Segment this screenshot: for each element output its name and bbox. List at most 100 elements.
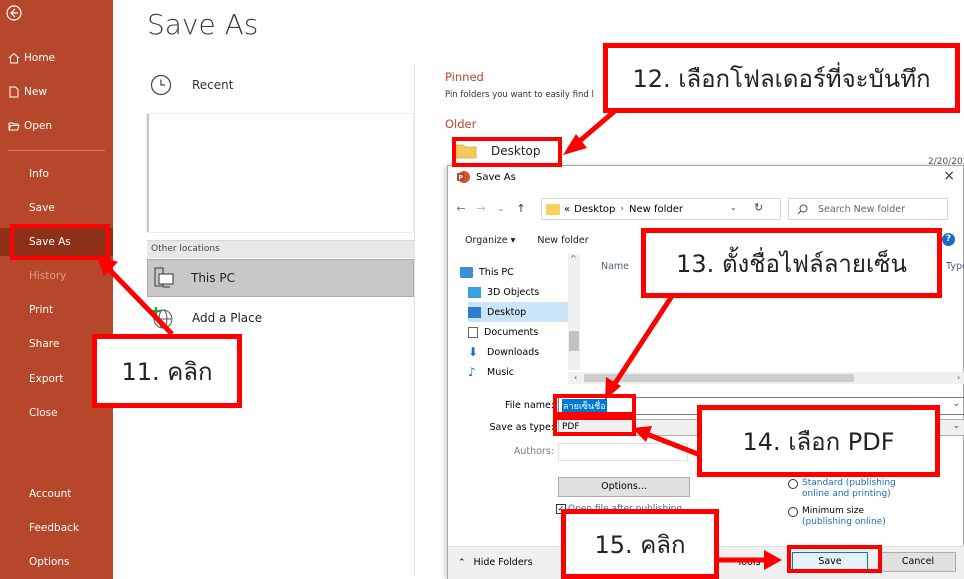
sidebar-item-feedback[interactable]: Feedback — [0, 514, 113, 542]
files-horizontal-scrollbar[interactable] — [568, 372, 964, 384]
this-pc-icon — [154, 267, 174, 288]
chevron-down-icon[interactable]: ⌄ — [952, 399, 960, 409]
minimum-label-2: (publishing online) — [802, 517, 886, 527]
column-header-name[interactable]: Name — [601, 261, 629, 272]
hide-folders-label: Hide Folders — [473, 557, 533, 568]
sidebar-item-open[interactable]: Open — [0, 112, 113, 140]
help-icon[interactable]: ? — [942, 233, 955, 246]
sidebar-item-label: Close — [29, 407, 58, 419]
sidebar-item-label: Share — [29, 338, 60, 350]
add-place-label: Add a Place — [192, 311, 263, 325]
pinned-subtext: Pin folders you want to easily find l — [445, 90, 594, 100]
chevron-down-icon[interactable]: ⌄ — [952, 421, 960, 431]
breadcrumb-new-folder[interactable]: New folder — [629, 204, 683, 215]
sidebar-item-info[interactable]: Info — [0, 160, 113, 188]
forward-arrow-icon[interactable]: → — [474, 202, 488, 215]
authors-input[interactable] — [558, 443, 688, 461]
scroll-thumb[interactable] — [584, 374, 854, 382]
sidebar-item-home[interactable]: Home — [0, 44, 113, 72]
sidebar-item-label: Save — [29, 202, 55, 214]
highlight-save-type — [553, 416, 636, 436]
pane-divider — [414, 65, 415, 575]
add-a-place[interactable]: Add a Place — [150, 306, 262, 330]
cube-icon — [468, 286, 481, 298]
new-document-icon — [9, 86, 19, 98]
dialog-titlebar: P Save As — [456, 170, 516, 184]
file-name-label: File name: — [504, 400, 554, 411]
new-folder-button[interactable]: New folder — [537, 235, 588, 246]
radio-icon — [788, 507, 798, 517]
this-pc-label: This PC — [191, 271, 235, 285]
sidebar-item-label: Open — [24, 120, 53, 132]
annotation-step-15: 15. คลิก — [561, 509, 719, 579]
sidebar-item-options[interactable]: Options — [0, 548, 113, 576]
sidebar-item-label: Print — [29, 304, 54, 316]
recent-dropdown-icon[interactable]: ⌄ — [494, 204, 508, 213]
organize-button[interactable]: Organize ▾ — [465, 235, 515, 246]
hide-folders-button[interactable]: ⌃ Hide Folders — [458, 557, 533, 568]
folder-tree: This PC 3D Objects Desktop Documents ⬇ D… — [448, 254, 568, 384]
tree-item-this-pc[interactable]: This PC — [460, 262, 568, 282]
search-placeholder: Search New folder — [818, 203, 905, 215]
document-icon — [468, 326, 478, 338]
globe-add-icon — [152, 307, 173, 329]
tree-item-label: Music — [487, 366, 515, 378]
tree-item-3d-objects[interactable]: 3D Objects — [468, 282, 568, 302]
options-button[interactable]: Options... — [558, 477, 690, 497]
column-header-type[interactable]: Type — [946, 261, 964, 272]
cancel-button[interactable]: Cancel — [880, 552, 956, 572]
search-icon — [797, 204, 808, 214]
chevron-right-icon: › — [620, 204, 624, 214]
close-button[interactable]: × — [943, 168, 955, 184]
svg-text:P: P — [459, 175, 464, 182]
sidebar-item-label: Export — [29, 373, 64, 385]
back-arrow-icon[interactable]: ← — [454, 202, 468, 215]
tree-item-label: This PC — [479, 266, 514, 278]
sidebar-item-history[interactable]: History — [0, 262, 113, 290]
tree-item-music[interactable]: ♪ Music — [468, 362, 568, 382]
breadcrumb-desktop[interactable]: Desktop — [574, 204, 615, 215]
minimum-size-radio[interactable]: Minimum size (publishing online) — [788, 506, 886, 528]
sidebar-item-label: New — [24, 86, 47, 98]
monitor-icon — [460, 266, 473, 278]
tree-item-desktop[interactable]: Desktop — [468, 302, 568, 322]
music-icon: ♪ — [468, 364, 476, 379]
tools-button[interactable]: Tools — [737, 557, 760, 568]
minimum-label-1: Minimum size — [802, 506, 865, 516]
scroll-left-icon[interactable]: ‹ — [574, 373, 577, 382]
sidebar-item-new[interactable]: New — [0, 78, 113, 106]
scroll-thumb[interactable] — [569, 331, 579, 351]
save-as-type-label: Save as type: — [489, 422, 554, 433]
recent-location[interactable]: Recent — [150, 74, 233, 96]
standard-label-1: Standard (publishing — [802, 478, 896, 488]
sidebar-item-account[interactable]: Account — [0, 480, 113, 508]
highlight-save-button — [787, 545, 882, 573]
sidebar-item-save[interactable]: Save — [0, 194, 113, 222]
pinned-heading: Pinned — [445, 70, 484, 84]
scroll-up-icon[interactable]: ^ — [570, 254, 577, 263]
scroll-right-icon[interactable]: › — [957, 373, 960, 382]
back-arrow-icon[interactable] — [6, 5, 22, 21]
tree-item-documents[interactable]: Documents — [468, 322, 568, 342]
annotation-step-11: 11. คลิก — [92, 334, 242, 408]
up-arrow-icon[interactable]: ↑ — [514, 202, 528, 215]
clock-icon — [150, 74, 172, 96]
tree-item-downloads[interactable]: ⬇ Downloads — [468, 342, 568, 362]
recent-list[interactable] — [147, 114, 413, 232]
sidebar-item-label: Home — [24, 52, 56, 64]
sidebar-item-print[interactable]: Print — [0, 296, 113, 324]
highlight-desktop-folder — [452, 137, 562, 167]
other-locations-header: Other locations — [147, 240, 414, 258]
chevron-down-icon[interactable]: ⌄ — [730, 203, 737, 212]
recent-label: Recent — [192, 78, 234, 92]
address-bar[interactable]: « Desktop › New folder — [541, 198, 781, 220]
tree-item-label: 3D Objects — [487, 286, 540, 298]
authors-label: Authors: — [513, 446, 554, 457]
search-input[interactable]: Search New folder — [788, 198, 948, 220]
location-this-pc[interactable]: This PC — [147, 259, 414, 297]
refresh-icon[interactable]: ↻ — [754, 201, 763, 214]
backstage-sidebar: Home New Open Info Save Save As History … — [0, 0, 113, 579]
tree-scrollbar[interactable] — [568, 254, 580, 370]
standard-radio[interactable]: Standard (publishing online and printing… — [788, 478, 896, 500]
older-heading: Older — [445, 117, 477, 131]
